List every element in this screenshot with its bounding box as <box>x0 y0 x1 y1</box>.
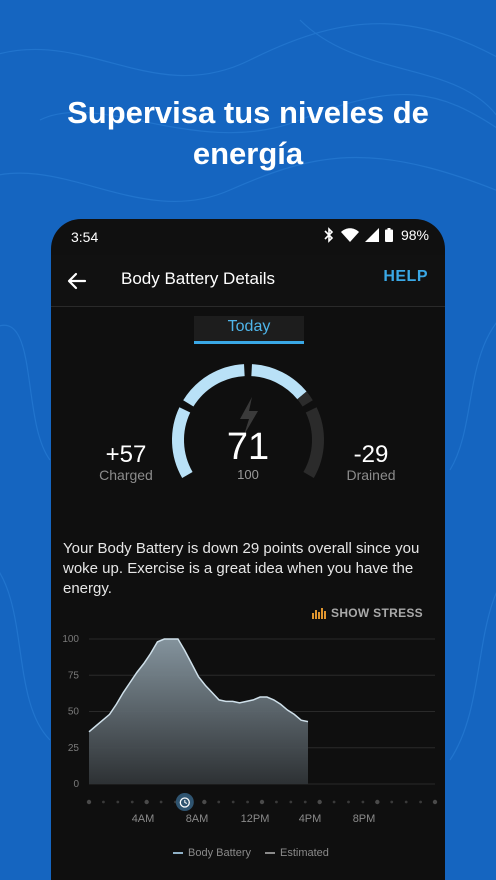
signal-icon <box>364 228 379 242</box>
body-battery-chart: 100 75 50 25 0 4AM 8AM 12PM 4PM 8PM <box>62 634 438 825</box>
gauge-segment-filled <box>183 364 245 407</box>
legend-estimated-label: Estimated <box>279 847 329 859</box>
battery-description: Your Body Battery is down 29 points over… <box>63 540 420 597</box>
drained-value: -29 <box>353 441 389 468</box>
x-tick-label: 8PM <box>353 813 376 825</box>
timeline-dot <box>116 800 120 804</box>
charged-value: +57 <box>105 441 147 468</box>
timeline-dot <box>375 799 380 805</box>
timeline-dot <box>419 800 422 804</box>
timeline-dot <box>246 800 249 804</box>
gauge-segment-empty <box>303 407 324 478</box>
gauge-segment-empty <box>297 391 313 407</box>
timeline-dot <box>259 799 265 805</box>
wake-alarm-icon[interactable] <box>175 793 194 811</box>
phone-frame: 3:54 98% Body Battery Details HELP Today <box>51 219 445 880</box>
status-bar: 3:54 98% <box>51 219 445 255</box>
legend-line-swatch <box>173 852 183 854</box>
timeline-dot <box>390 800 394 804</box>
timeline-dot <box>217 800 221 804</box>
headline-line-1: Supervisa tus niveles de <box>67 95 429 130</box>
timeline-dot <box>404 800 408 804</box>
bluetooth-icon <box>324 227 334 243</box>
y-tick-label: 75 <box>68 670 80 681</box>
y-tick-label: 100 <box>62 634 79 645</box>
timeline-dot <box>231 800 235 804</box>
app-bar: Body Battery Details HELP <box>51 255 445 307</box>
timeline-dot <box>332 800 336 804</box>
app-title: Body Battery Details <box>121 269 276 288</box>
timeline-dot <box>86 799 92 805</box>
show-stress-label: SHOW STRESS <box>331 606 423 620</box>
stress-bars-icon <box>312 608 327 619</box>
drained-label: Drained <box>346 467 396 483</box>
timeline-dot <box>144 799 149 805</box>
timeline-dot <box>317 799 322 805</box>
body-battery-max: 100 <box>237 467 259 482</box>
body-battery-gauge <box>172 364 324 478</box>
legend-estimated: Estimated <box>264 847 329 859</box>
gauge-segment-filled <box>172 407 193 478</box>
legend-body-battery: Body Battery <box>173 847 251 859</box>
gauge-segment-filled <box>251 364 307 400</box>
body-battery-screen: Today +57 Charged 71 100 -29 Drained You… <box>51 307 445 880</box>
y-tick-label: 50 <box>68 707 80 718</box>
body-battery-area <box>89 639 308 784</box>
timeline-dot <box>303 800 307 804</box>
headline-line-2: energía <box>192 136 304 171</box>
timeline-dot <box>275 800 278 804</box>
x-tick-label: 4PM <box>299 813 322 825</box>
x-tick-label: 12PM <box>241 813 270 825</box>
status-time: 3:54 <box>71 229 99 245</box>
body-battery-value: 71 <box>226 426 270 468</box>
help-button[interactable]: HELP <box>383 268 428 286</box>
timeline-dot <box>361 800 365 804</box>
back-arrow-icon[interactable] <box>65 269 89 293</box>
x-tick-label: 4AM <box>132 813 155 825</box>
timeline-dot <box>432 799 438 805</box>
headline: Supervisa tus niveles de energía <box>0 92 496 174</box>
timeline-dot <box>130 800 134 804</box>
charged-label: Charged <box>99 467 153 483</box>
battery-percent: 98% <box>400 227 429 243</box>
show-stress-button[interactable]: SHOW STRESS <box>312 606 423 620</box>
y-tick-label: 0 <box>73 779 79 790</box>
timeline-dot <box>347 800 350 804</box>
y-tick-label: 25 <box>68 743 80 754</box>
legend-dash-swatch <box>264 852 275 854</box>
timeline-dot <box>159 800 163 804</box>
x-tick-label: 8AM <box>186 813 209 825</box>
chart-legend: Body Battery Estimated <box>173 847 329 859</box>
battery-icon <box>384 228 393 242</box>
timeline-dot <box>289 800 293 804</box>
status-icons: 98% <box>323 227 429 243</box>
timeline-dot <box>202 799 207 805</box>
wifi-icon <box>340 228 359 242</box>
timeline-dot <box>102 800 105 804</box>
legend-body-battery-label: Body Battery <box>188 847 251 859</box>
